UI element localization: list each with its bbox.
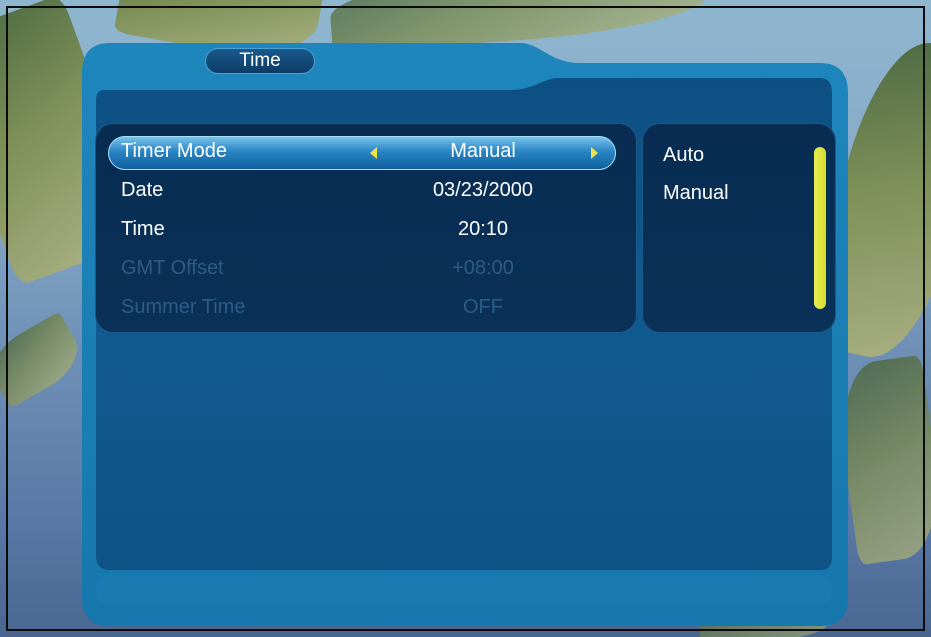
menu-row-label: Time — [121, 218, 165, 240]
tab-time[interactable]: Time — [205, 48, 315, 74]
menu-row-value: +08:00 — [452, 257, 514, 279]
menu-row-label: Date — [121, 179, 164, 201]
menu-row-timer-mode[interactable]: Timer Mode Manual — [108, 136, 616, 170]
menu-row-time[interactable]: Time 20:10 — [108, 214, 616, 248]
tv-screen: Time Timer Mode Manual Date 03/23/2000 T… — [0, 0, 931, 637]
menu-row-label: GMT Offset — [121, 257, 224, 279]
menu-row-label: Summer Time — [121, 296, 246, 318]
options-scrollbar[interactable] — [814, 147, 826, 309]
scrollbar-thumb[interactable] — [814, 147, 826, 309]
option-item-auto[interactable]: Auto — [663, 144, 704, 167]
option-item-manual[interactable]: Manual — [663, 182, 729, 205]
triangle-right-icon[interactable] — [591, 147, 598, 159]
menu-row-value: 20:10 — [457, 218, 509, 240]
triangle-left-icon[interactable] — [370, 147, 377, 159]
menu-row-value: Manual — [450, 140, 516, 162]
menu-row-label: Timer Mode — [121, 140, 227, 162]
menu-row-value: 03/23/2000 — [432, 179, 534, 201]
palm-frond-decoration — [0, 311, 89, 409]
menu-row-summer-time: Summer Time OFF — [108, 292, 616, 326]
menu-row-gmt-offset: GMT Offset +08:00 — [108, 253, 616, 287]
menu-row-date[interactable]: Date 03/23/2000 — [108, 175, 616, 209]
menu-row-value: OFF — [463, 296, 503, 318]
